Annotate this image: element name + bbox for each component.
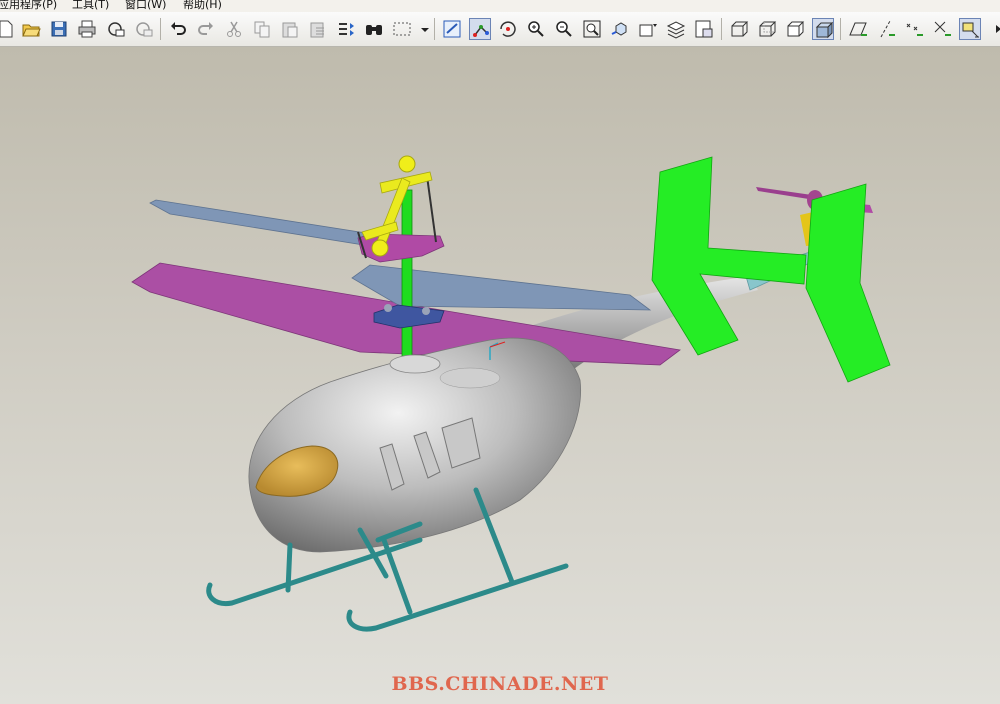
exhaust-bump [439,367,501,389]
save-button[interactable] [48,18,70,40]
spin-center-button[interactable] [469,18,491,40]
orient-mode-button[interactable] [497,18,519,40]
helicopter-model[interactable] [0,47,1000,704]
main-toolbar [0,12,1000,47]
zoom-out-icon [556,21,572,37]
shading-icon [815,21,834,39]
engine-cowling[interactable] [389,354,441,374]
view-manager-icon [695,20,713,38]
no-hidden-button[interactable] [784,18,806,40]
copy-icon [254,21,270,38]
shading-button[interactable] [812,18,834,40]
datum-axes-icon [880,20,895,38]
send-mail-disabled-button[interactable] [132,18,154,40]
open-button[interactable] [20,18,42,40]
copy-button[interactable] [251,18,273,40]
undo-button[interactable] [167,18,189,40]
selection-dropdown[interactable] [414,18,429,40]
paste-button[interactable] [279,18,301,40]
swashplate-ball [422,307,430,315]
orient-mode-icon [500,21,516,37]
save-icon [51,21,67,37]
coordinate-systems-button[interactable] [931,18,953,40]
datum-axes-button[interactable] [875,18,897,40]
wireframe-button[interactable] [728,18,750,40]
view-manager-button[interactable] [693,18,715,40]
new-file-icon [0,20,13,38]
redo-button[interactable] [195,18,217,40]
reorient-button[interactable] [609,18,631,40]
paste-special-button[interactable] [307,18,329,40]
zoom-in-icon [528,21,544,37]
saved-views-button[interactable] [637,18,659,40]
menu-help[interactable]: 帮助(H) [183,0,222,10]
regenerate-button[interactable] [335,18,357,40]
swashplate-ball [384,304,392,312]
datum-planes-button[interactable] [847,18,869,40]
undo-icon [171,22,186,35]
layers-icon [666,21,686,39]
more-arrow-icon [996,25,1000,33]
datum-points-button[interactable] [903,18,925,40]
regenerate-icon [339,23,354,36]
annotations-button[interactable] [959,18,981,40]
tail-fin-right[interactable] [805,183,891,383]
toolbar-separator [721,18,722,40]
send-mail-button[interactable] [104,18,126,40]
main-rotor-blade-back[interactable] [149,199,373,247]
more-button[interactable] [988,18,1000,40]
toolbar-separator [434,18,435,40]
redo-icon [198,22,213,35]
reorient-icon [611,22,627,36]
flybar-ball-top[interactable] [398,155,416,173]
zoom-out-button[interactable] [553,18,575,40]
tail-rotor-blade[interactable] [756,187,815,200]
toolbar-separator [840,18,841,40]
selection-box-icon [393,22,411,36]
dropdown-arrow-icon [421,28,429,32]
selection-box-button[interactable] [391,18,413,40]
datum-points-icon [906,23,923,36]
main-rotor-blade-mid[interactable] [351,264,652,311]
coordinate-systems-icon [934,21,951,36]
paste-special-icon [310,22,324,38]
wireframe-icon [731,21,749,37]
hidden-line-button[interactable] [756,18,778,40]
repaint-button[interactable] [441,18,463,40]
find-binoculars-icon [366,25,382,35]
graphics-viewport[interactable]: BBS.CHINADE.NET [0,47,1000,704]
watermark-text: BBS.CHINADE.NET [391,673,609,695]
zoom-in-button[interactable] [525,18,547,40]
annotations-icon [962,22,979,38]
linkage-rod [426,175,437,243]
spin-center-icon [473,25,489,37]
find-button[interactable] [363,18,385,40]
open-folder-icon [22,24,41,37]
print-icon [78,20,96,38]
no-hidden-icon [787,21,805,37]
tail-fin-left[interactable] [651,156,807,356]
repaint-icon [443,20,461,38]
print-button[interactable] [76,18,98,40]
saved-views-icon [639,24,657,37]
flybar-ball-bottom[interactable] [371,239,389,257]
refit-button[interactable] [581,18,603,40]
menu-window[interactable]: 窗口(W) [125,0,166,10]
send-mail-icon [108,22,125,37]
new-file-button[interactable] [0,18,16,40]
send-mail-disabled-icon [136,22,153,37]
refit-icon [583,20,601,38]
hidden-line-icon [759,21,777,37]
cut-icon [227,21,241,37]
rotor-shaft[interactable] [401,189,413,371]
menu-tools[interactable]: 工具(T) [72,0,109,10]
cut-button[interactable] [223,18,245,40]
layers-button[interactable] [665,18,687,40]
paste-icon [282,22,298,38]
datum-planes-icon [849,22,867,36]
toolbar-separator [160,18,161,40]
menu-applications[interactable]: 应用程序(P) [0,0,57,10]
menu-bar: 应用程序(P) 工具(T) 窗口(W) 帮助(H) [0,0,1000,12]
